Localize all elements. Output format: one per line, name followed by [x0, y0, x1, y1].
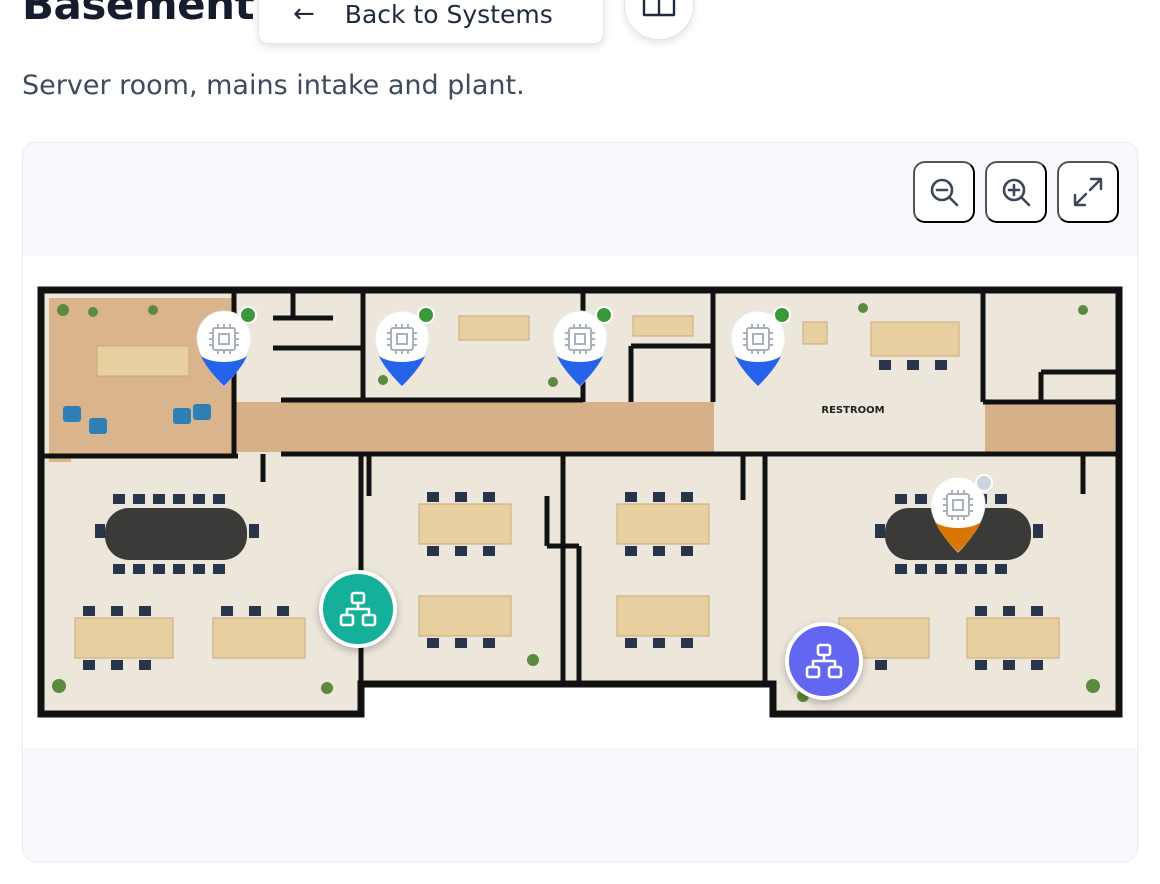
- status-dot-online: [239, 306, 257, 324]
- fullscreen-button[interactable]: [1057, 161, 1119, 223]
- guide-button[interactable]: [624, 0, 694, 40]
- map-controls: [913, 161, 1119, 223]
- network-hierarchy-icon: [339, 591, 377, 627]
- floor-plan-panel: RESTROOM: [22, 142, 1138, 862]
- status-dot-online: [595, 306, 613, 324]
- book-open-icon: [642, 0, 676, 17]
- restroom-label: RESTROOM: [821, 405, 884, 416]
- status-dot-unknown: [975, 474, 993, 492]
- back-to-systems-button[interactable]: ← Back to Systems: [258, 0, 604, 44]
- zoom-out-icon: [930, 178, 959, 207]
- device-pin[interactable]: [369, 306, 435, 390]
- system-marker[interactable]: [785, 622, 863, 700]
- expand-icon: [1073, 177, 1103, 207]
- status-dot-online: [417, 306, 435, 324]
- floor-plan-map[interactable]: RESTROOM: [23, 256, 1137, 748]
- system-marker[interactable]: [319, 570, 397, 648]
- page-subtitle: Server room, mains intake and plant.: [22, 70, 525, 101]
- zoom-in-icon: [1002, 178, 1031, 207]
- device-pin[interactable]: [925, 472, 993, 556]
- back-button-label: Back to Systems: [344, 0, 553, 29]
- status-dot-online: [773, 306, 791, 324]
- device-pin[interactable]: [547, 306, 613, 390]
- arrow-left-icon: ←: [293, 0, 315, 29]
- zoom-in-button[interactable]: [985, 161, 1047, 223]
- page-title: Basement: [22, 0, 255, 29]
- zoom-out-button[interactable]: [913, 161, 975, 223]
- device-pin[interactable]: [191, 306, 257, 390]
- network-hierarchy-icon: [805, 643, 843, 679]
- device-pin[interactable]: [725, 306, 791, 390]
